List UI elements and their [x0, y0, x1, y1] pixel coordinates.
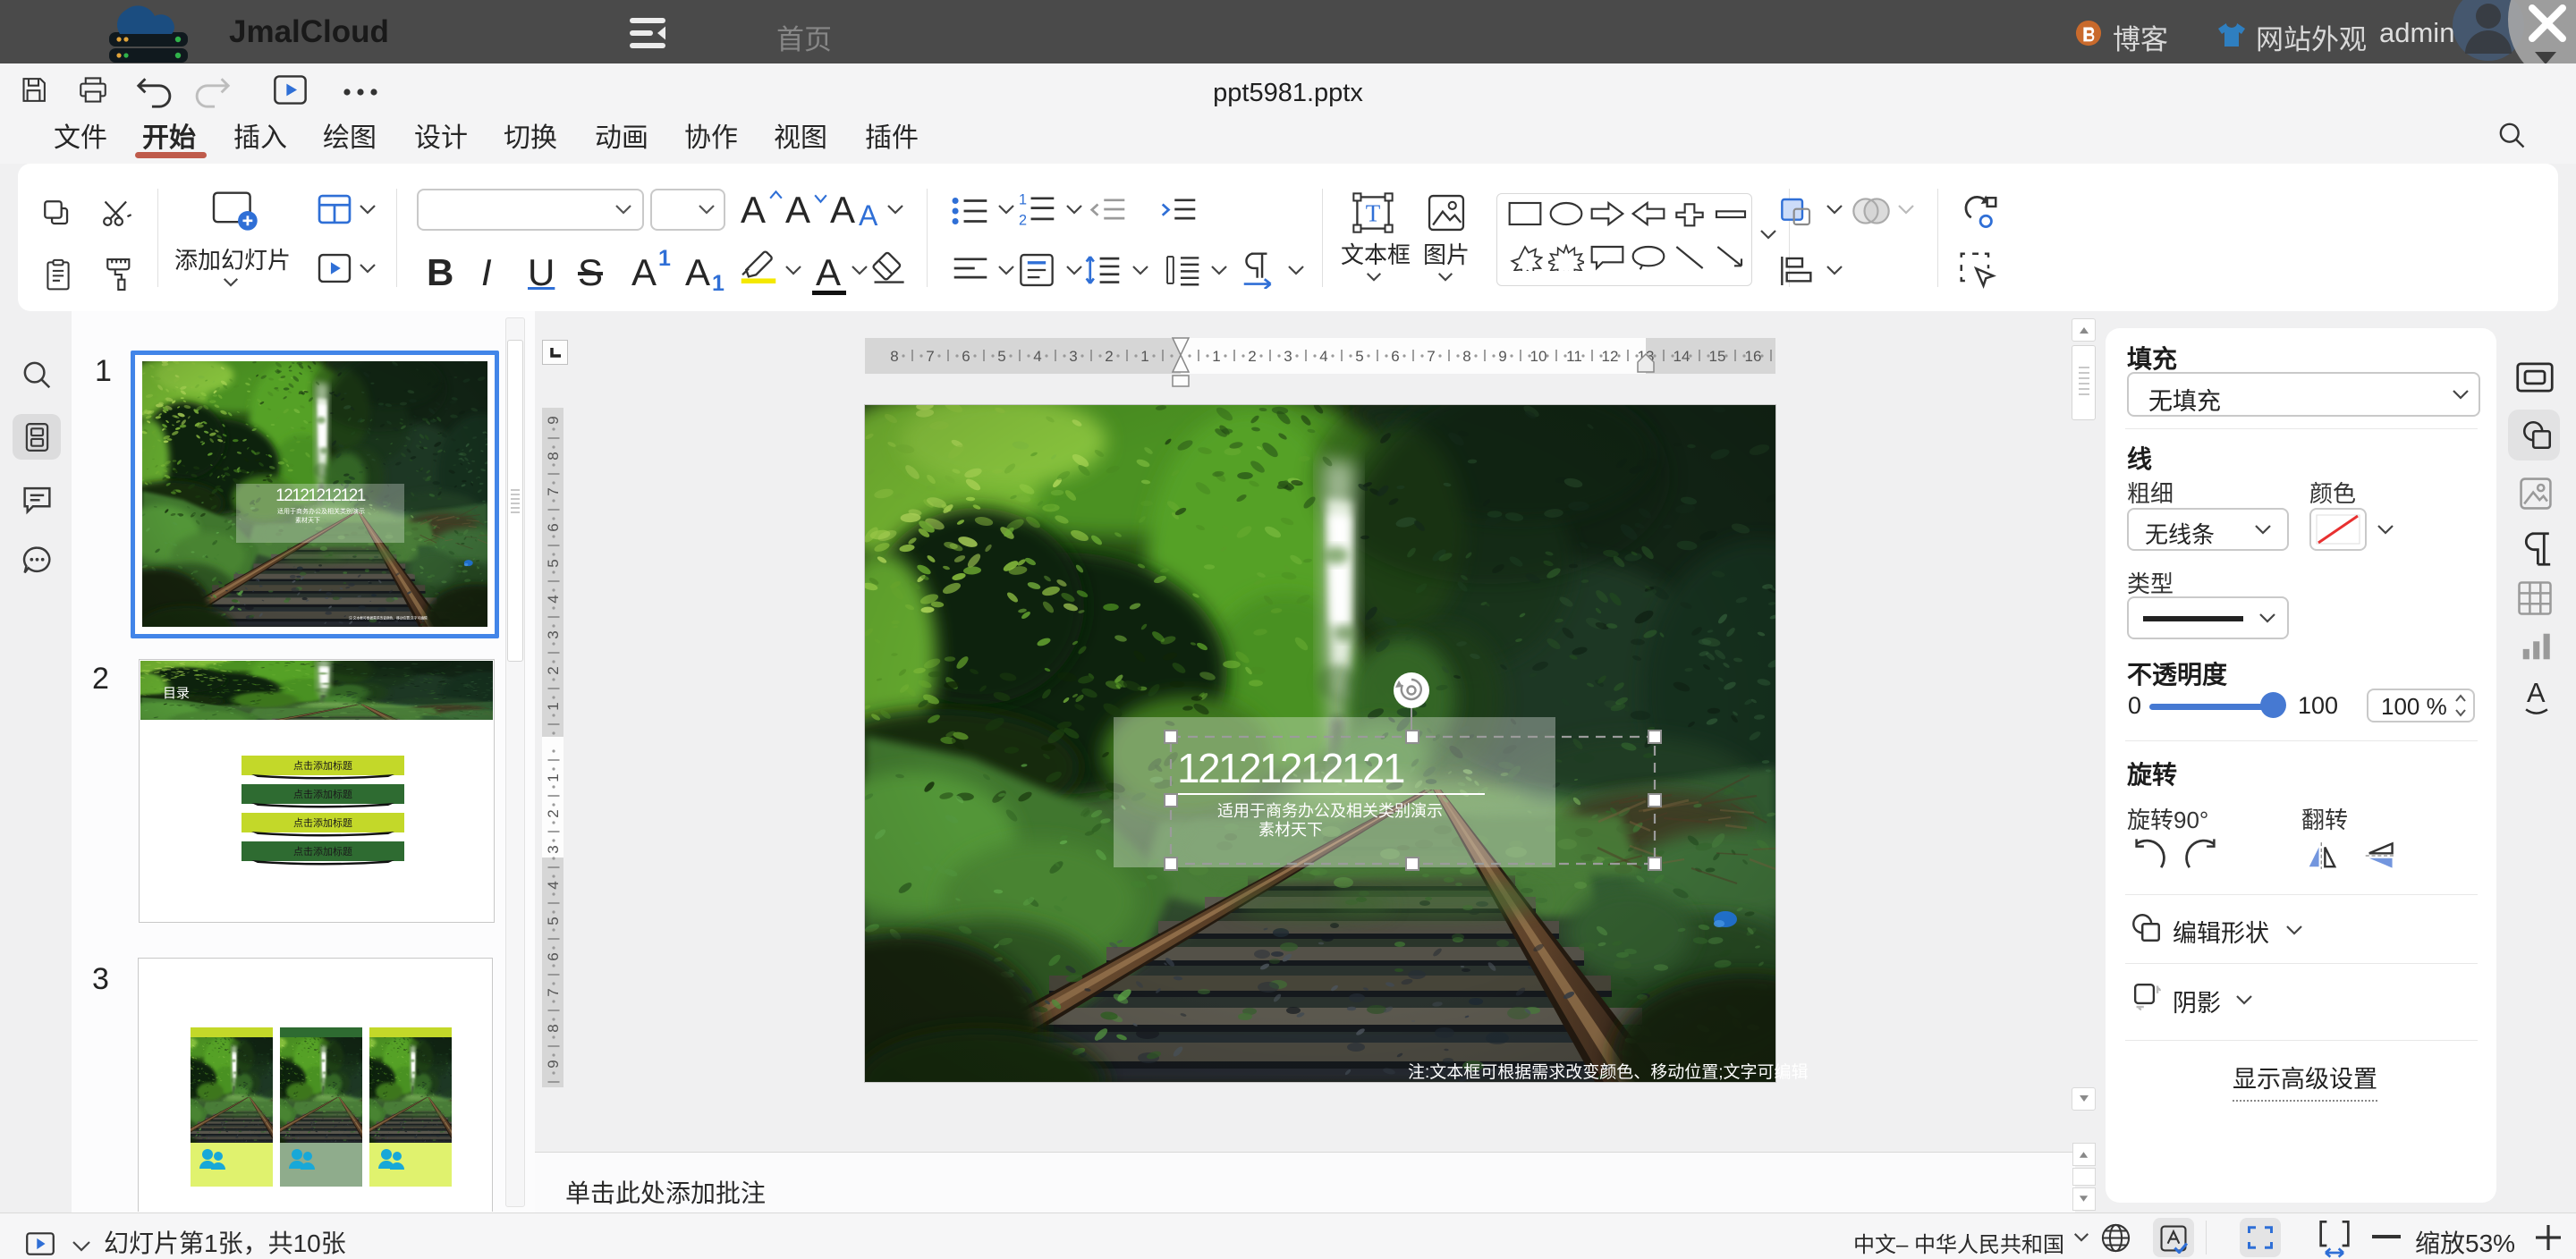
- svg-text:8: 8: [545, 1024, 562, 1032]
- svg-text:A: A: [2527, 677, 2546, 708]
- svg-text:6: 6: [545, 523, 562, 531]
- svg-text:3: 3: [545, 845, 562, 853]
- svg-text:2: 2: [1248, 348, 1256, 365]
- svg-text:2: 2: [545, 809, 562, 817]
- svg-text:16: 16: [1745, 348, 1762, 365]
- svg-text:3: 3: [545, 630, 562, 638]
- svg-text:11: 11: [1566, 348, 1582, 365]
- svg-text:8: 8: [890, 348, 898, 365]
- svg-text:1: 1: [1019, 192, 1027, 208]
- svg-text:9: 9: [545, 416, 562, 424]
- svg-text:T: T: [1366, 199, 1381, 226]
- svg-text:1: 1: [545, 702, 562, 710]
- svg-text:2: 2: [545, 666, 562, 674]
- svg-text:4: 4: [1319, 348, 1327, 365]
- svg-text:5: 5: [545, 917, 562, 925]
- svg-text:4: 4: [545, 595, 562, 603]
- svg-text:6: 6: [1391, 348, 1399, 365]
- svg-text:5: 5: [545, 559, 562, 567]
- svg-text:14: 14: [1674, 348, 1690, 365]
- svg-text:10: 10: [1530, 348, 1547, 365]
- svg-text:7: 7: [1427, 348, 1435, 365]
- svg-text:7: 7: [545, 988, 562, 996]
- svg-text:9: 9: [1498, 348, 1506, 365]
- svg-text:7: 7: [545, 487, 562, 495]
- svg-text:8: 8: [1462, 348, 1470, 365]
- svg-text:15: 15: [1709, 348, 1726, 365]
- svg-text:4: 4: [545, 881, 562, 889]
- svg-text:1: 1: [1212, 348, 1220, 365]
- svg-text:12: 12: [1602, 348, 1619, 365]
- svg-text:6: 6: [545, 952, 562, 960]
- svg-text:3: 3: [1284, 348, 1292, 365]
- svg-text:3: 3: [1069, 348, 1077, 365]
- svg-text:5: 5: [997, 348, 1005, 365]
- svg-text:4: 4: [1033, 348, 1041, 365]
- svg-text:2: 2: [1019, 213, 1027, 226]
- svg-text:7: 7: [926, 348, 934, 365]
- svg-text:1: 1: [1140, 348, 1148, 365]
- svg-text:1: 1: [545, 773, 562, 782]
- svg-text:5: 5: [1355, 348, 1363, 365]
- svg-text:9: 9: [545, 1060, 562, 1068]
- svg-text:6: 6: [962, 348, 970, 365]
- svg-text:2: 2: [1105, 348, 1113, 365]
- svg-text:8: 8: [545, 452, 562, 460]
